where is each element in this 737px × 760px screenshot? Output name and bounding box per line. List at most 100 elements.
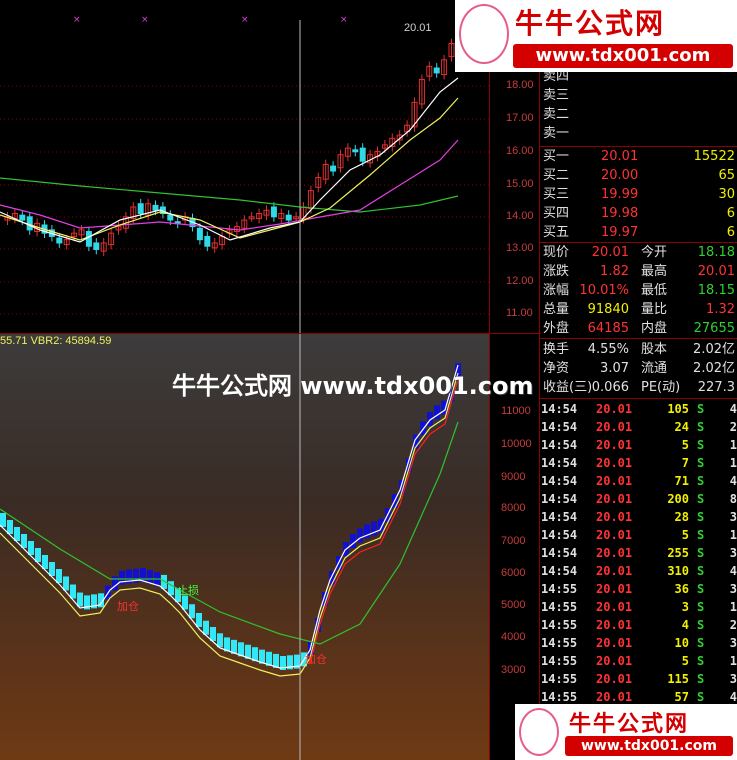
bid-price: 19.97 xyxy=(601,225,639,240)
trade-price: 20.01 xyxy=(596,474,633,488)
trade-price: 20.01 xyxy=(596,546,633,560)
quote-value: 1.32 xyxy=(706,302,735,317)
trade-volume: 3 xyxy=(681,600,689,614)
stats-value: 0.066 xyxy=(591,380,629,395)
trade-side: S xyxy=(697,492,705,506)
trade-volume: 5 xyxy=(681,438,689,452)
quote-value: 18.15 xyxy=(697,283,735,298)
trade-row[interactable]: 14:54 20.01 24 S 2 xyxy=(541,418,737,436)
stats-value: 2.02亿 xyxy=(693,342,735,357)
trade-count: 3 xyxy=(729,546,737,560)
price-axis-tick: 13.00 xyxy=(506,242,534,254)
candle xyxy=(93,242,100,251)
bid-label: 买五 xyxy=(543,225,570,240)
indicator-bar xyxy=(63,576,69,591)
stats-label: 收益(三) xyxy=(543,380,593,395)
quote-label: 涨幅 xyxy=(543,283,570,298)
indicator-bar xyxy=(203,620,209,635)
ask-row: 卖三 xyxy=(541,87,737,105)
trade-price: 20.01 xyxy=(596,528,633,542)
trade-volume: 5 xyxy=(681,654,689,668)
trade-time: 14:54 xyxy=(541,510,578,524)
quote-value: 1.82 xyxy=(600,264,629,279)
indicator-axis-tick: 4000 xyxy=(501,631,526,643)
trade-row[interactable]: 14:54 20.01 105 S 4 xyxy=(541,400,737,418)
bid-price: 20.00 xyxy=(601,168,639,183)
panel-separator xyxy=(540,398,737,399)
candlestick-chart[interactable]: × × × × xyxy=(0,0,490,333)
trade-row[interactable]: 14:54 20.01 7 S 1 xyxy=(541,454,737,472)
bid-label: 买一 xyxy=(543,149,570,164)
stats-label: PE(动) xyxy=(641,380,681,395)
trade-count: 3 xyxy=(729,672,737,686)
candle xyxy=(167,214,174,221)
trade-count: 1 xyxy=(729,456,737,470)
stock-terminal: × × × × 20.01 18.00 17.00 16.00 15.00 14.00 13.0… xyxy=(0,0,737,760)
stats-value: 227.3 xyxy=(697,380,735,395)
trade-side: S xyxy=(697,438,705,452)
quote-value: 27655 xyxy=(693,321,735,336)
stats-label: 净资 xyxy=(543,361,570,376)
ask-row: 卖一 xyxy=(541,125,737,143)
quote-value: 18.18 xyxy=(697,245,735,260)
logo-watermark-bottom: 牛牛公式网 www.tdx001.com xyxy=(515,704,737,760)
indicator-bar xyxy=(56,569,62,583)
trade-row[interactable]: 14:55 20.01 115 S 3 xyxy=(541,670,737,688)
indicator-axis-tick: 8000 xyxy=(501,502,526,514)
trade-price: 20.01 xyxy=(596,582,633,596)
trade-time: 14:54 xyxy=(541,564,578,578)
bid-volume: 6 xyxy=(726,206,735,221)
candle xyxy=(152,204,159,211)
candle xyxy=(433,67,440,74)
indicator-bar xyxy=(77,592,83,607)
stats-label: 换手 xyxy=(543,342,570,357)
bid-price: 20.01 xyxy=(601,149,639,164)
stats-value: 4.55% xyxy=(587,342,629,357)
trade-time: 14:54 xyxy=(541,456,578,470)
panel-separator xyxy=(540,146,737,147)
indicator-bar xyxy=(70,584,76,599)
price-axis-tick: 12.00 xyxy=(506,275,534,287)
price-axis-tick: 15.00 xyxy=(506,178,534,190)
trade-side: S xyxy=(697,420,705,434)
quote-row: 涨幅 10.01% 最低 18.15 xyxy=(541,282,737,300)
trade-time: 14:54 xyxy=(541,528,578,542)
logo-title: 牛牛公式网 xyxy=(569,711,690,737)
quote-label: 今开 xyxy=(641,245,668,260)
trade-row[interactable]: 14:54 20.01 200 S 8 xyxy=(541,490,737,508)
trade-time: 14:55 xyxy=(541,600,578,614)
candle xyxy=(56,237,63,244)
candle xyxy=(85,231,92,247)
indicator-bar xyxy=(196,613,202,627)
quote-label: 外盘 xyxy=(543,321,570,336)
trade-side: S xyxy=(697,564,705,578)
indicator-line-green xyxy=(0,421,459,645)
stats-label: 流通 xyxy=(641,361,668,376)
trade-time: 14:55 xyxy=(541,672,578,686)
candle xyxy=(204,235,211,247)
trade-row[interactable]: 14:54 20.01 310 S 4 xyxy=(541,562,737,580)
quote-row: 涨跌 1.82 最高 20.01 xyxy=(541,263,737,281)
trade-row[interactable]: 14:55 20.01 5 S 1 xyxy=(541,652,737,670)
quote-label: 量比 xyxy=(641,302,668,317)
trade-count: 4 xyxy=(729,474,737,488)
bid-row: 买一 20.01 15522 xyxy=(541,148,737,166)
trade-row[interactable]: 14:54 20.01 5 S 1 xyxy=(541,436,737,454)
trade-row[interactable]: 14:54 20.01 255 S 3 xyxy=(541,544,737,562)
watermark-overlay: 牛牛公式网 www.tdx001.com xyxy=(172,372,534,400)
trade-row[interactable]: 14:54 20.01 28 S 3 xyxy=(541,508,737,526)
trade-row[interactable]: 14:55 20.01 4 S 2 xyxy=(541,616,737,634)
candle xyxy=(330,165,337,172)
trade-count: 4 xyxy=(729,402,737,416)
trade-row[interactable]: 14:54 20.01 71 S 4 xyxy=(541,472,737,490)
bid-row: 买二 20.00 65 xyxy=(541,167,737,185)
trade-row[interactable]: 14:54 20.01 5 S 1 xyxy=(541,526,737,544)
stats-value: 2.02亿 xyxy=(693,361,735,376)
indicator-bar xyxy=(21,534,27,548)
trade-row[interactable]: 14:55 20.01 3 S 1 xyxy=(541,598,737,616)
trade-row[interactable]: 14:55 20.01 10 S 3 xyxy=(541,634,737,652)
trade-time: 14:54 xyxy=(541,438,578,452)
indicator-axis-tick: 10000 xyxy=(501,438,532,450)
bid-price: 19.99 xyxy=(601,187,639,202)
trade-row[interactable]: 14:55 20.01 36 S 3 xyxy=(541,580,737,598)
